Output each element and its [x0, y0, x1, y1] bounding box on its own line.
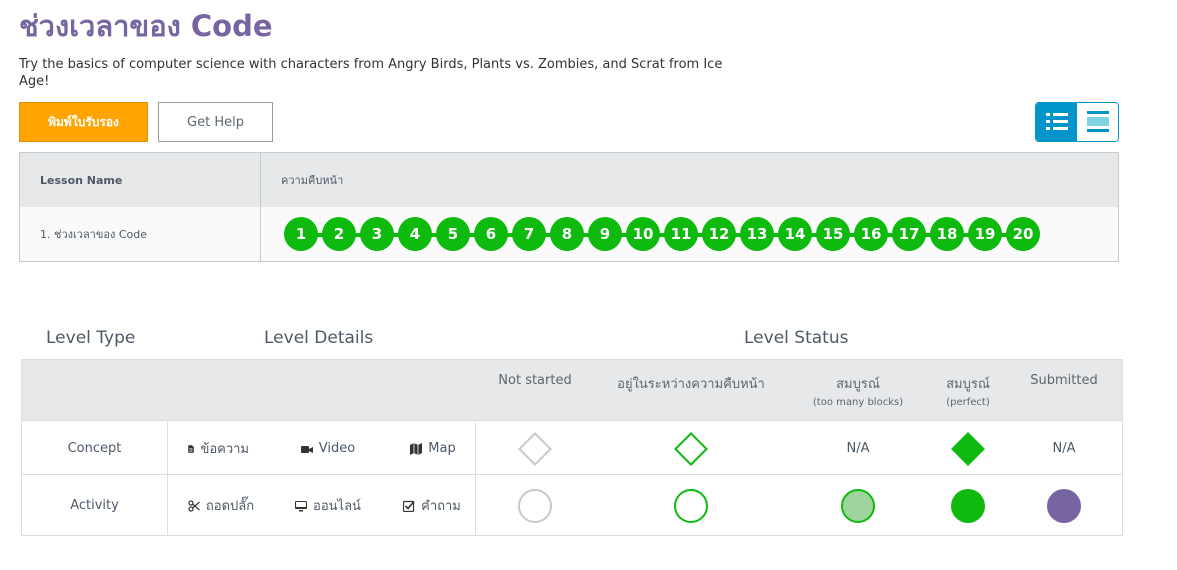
level-bubble[interactable]: 20 — [1006, 217, 1040, 251]
level-bubble[interactable]: 19 — [968, 217, 1002, 251]
level-bubble[interactable]: 1 — [284, 217, 318, 251]
level-details-heading: Level Details — [264, 328, 374, 348]
circle-not-started — [518, 488, 552, 523]
view-toggle — [1035, 102, 1119, 142]
activity-not-started — [475, 475, 595, 536]
lesson-name: 1. ช่วงเวลาของ Code — [20, 207, 261, 261]
level-bubble[interactable]: 12 — [702, 217, 736, 251]
diamond-perfect — [951, 431, 985, 466]
lesson-progress-table: Lesson Name ความคืบหน้า 1. ช่วงเวลาของ C… — [19, 152, 1119, 262]
list-summary-icon — [1086, 111, 1109, 132]
level-bubble[interactable]: 2 — [322, 217, 356, 251]
status-in-progress: อยู่ในระหว่างความคืบหน้า — [617, 377, 765, 392]
level-bubble[interactable]: 8 — [550, 217, 584, 251]
key-headers: Level Type Level Details Level Status — [0, 328, 1177, 354]
page-title: ช่วงเวลาของ Code — [19, 9, 273, 43]
progress-table-header: Lesson Name ความคืบหน้า — [20, 153, 1118, 207]
circle-in-progress — [674, 488, 708, 523]
progress-header: ความคืบหน้า — [281, 174, 344, 187]
unplugged-detail: ถอดปลั๊ก — [187, 475, 255, 536]
summary-view-button[interactable] — [1077, 103, 1118, 141]
activity-submitted — [1004, 475, 1124, 536]
video-detail: Video — [297, 421, 359, 476]
course-description: Try the basics of computer science with … — [19, 57, 723, 89]
concept-too-many-na: N/A — [846, 441, 870, 456]
map-detail: Map — [402, 421, 464, 476]
get-help-button[interactable]: Get Help — [158, 102, 273, 142]
level-bubble[interactable]: 15 — [816, 217, 850, 251]
video-icon — [300, 445, 313, 453]
question-detail: คำถาม — [398, 475, 466, 536]
level-bubble[interactable]: 11 — [664, 217, 698, 251]
level-bubble[interactable]: 9 — [588, 217, 622, 251]
level-bubble[interactable]: 17 — [892, 217, 926, 251]
level-bubble[interactable]: 14 — [778, 217, 812, 251]
level-bubble[interactable]: 16 — [854, 217, 888, 251]
circle-perfect — [951, 488, 985, 523]
key-table-header: Not started อยู่ในระหว่างความคืบหน้า สมบ… — [22, 360, 1122, 420]
circle-submitted — [1047, 488, 1081, 523]
detail-view-button[interactable] — [1036, 103, 1077, 141]
level-bubble[interactable]: 18 — [930, 217, 964, 251]
concept-in-progress — [631, 421, 751, 476]
activity-in-progress — [631, 475, 751, 536]
table-row: 1. ช่วงเวลาของ Code 1 2 3 4 5 6 7 8 9 10 11 12 13 14 1… — [20, 207, 1118, 261]
level-bubble[interactable]: 13 — [740, 217, 774, 251]
level-type-heading: Level Type — [46, 328, 136, 348]
concept-not-started — [475, 421, 595, 476]
map-icon — [410, 442, 423, 455]
document-icon — [188, 444, 194, 453]
level-key-table: Not started อยู่ในระหว่างความคืบหน้า สมบ… — [21, 359, 1123, 536]
level-bubble[interactable]: 10 — [626, 217, 660, 251]
list-detail-icon — [1045, 113, 1068, 130]
desktop-icon — [295, 500, 308, 511]
checkbox-icon — [403, 500, 415, 512]
status-not-started: Not started — [498, 373, 572, 388]
online-detail: ออนไลน์ — [294, 475, 362, 536]
concept-submitted-na: N/A — [1052, 441, 1076, 456]
level-bubble[interactable]: 4 — [398, 217, 432, 251]
level-bubbles: 1 2 3 4 5 6 7 8 9 10 11 12 13 14 15 16 17 18 19 20 — [284, 217, 1044, 251]
lesson-name-header: Lesson Name — [20, 153, 261, 207]
diamond-not-started — [518, 431, 552, 466]
activity-label: Activity — [70, 498, 119, 513]
print-certificate-button[interactable]: พิมพ์ใบรับรอง — [19, 102, 148, 142]
scissors-icon — [188, 499, 200, 512]
circle-too-many-blocks — [841, 488, 875, 523]
text-detail: ข้อความ — [187, 421, 249, 476]
activity-too-many — [798, 475, 918, 536]
concept-label: Concept — [67, 441, 122, 456]
status-submitted: Submitted — [1030, 373, 1098, 388]
diamond-in-progress — [674, 431, 708, 466]
level-status-heading: Level Status — [744, 328, 849, 348]
level-bubble[interactable]: 3 — [360, 217, 394, 251]
activity-row: Activity ถอดปลั๊ก ออนไลน์ คำถาม — [22, 474, 1122, 536]
level-bubble[interactable]: 7 — [512, 217, 546, 251]
level-bubble[interactable]: 6 — [474, 217, 508, 251]
concept-row: Concept ข้อความ Video Map N/A N/A — [22, 420, 1122, 476]
level-bubble[interactable]: 5 — [436, 217, 470, 251]
